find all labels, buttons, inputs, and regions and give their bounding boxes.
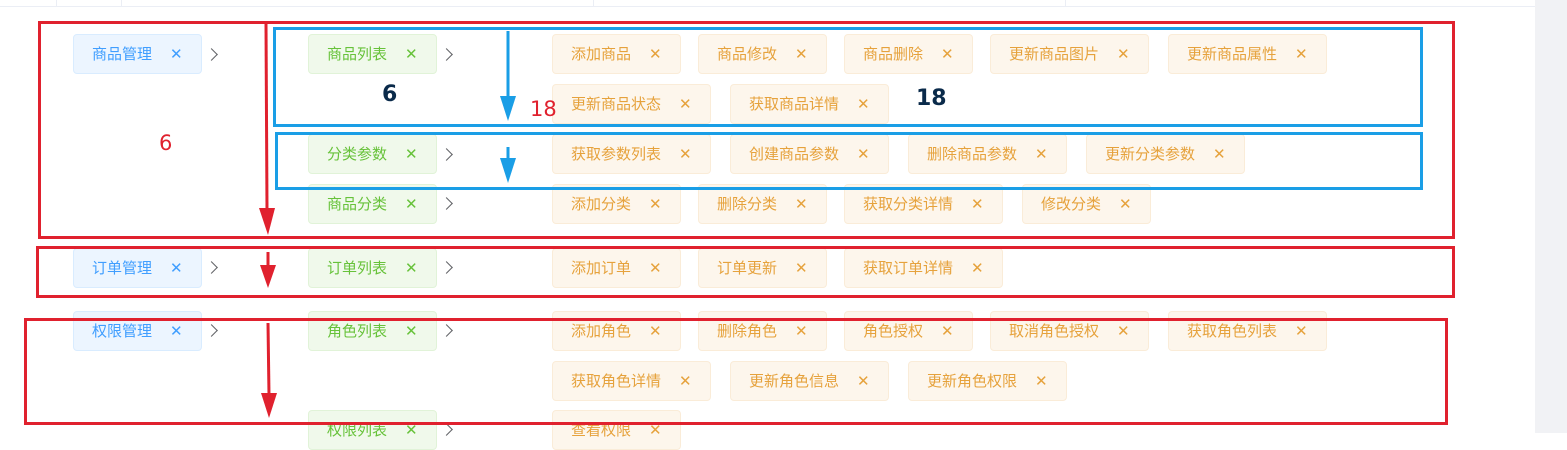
annotation-count-level3-red: 18 [530,97,557,121]
chevron-right-icon [440,423,453,436]
annotation-blue-box [273,27,1423,127]
annotation-blue-box [275,132,1423,190]
table-header-strip [0,0,1535,7]
annotation-count-level2: 6 [382,82,398,107]
vertical-scrollbar[interactable] [1535,0,1567,433]
annotation-red-box [24,318,1448,425]
annotation-count-level3-dark: 18 [916,86,947,111]
annotation-red-box [36,246,1455,298]
annotation-count-level1: 6 [159,131,173,155]
